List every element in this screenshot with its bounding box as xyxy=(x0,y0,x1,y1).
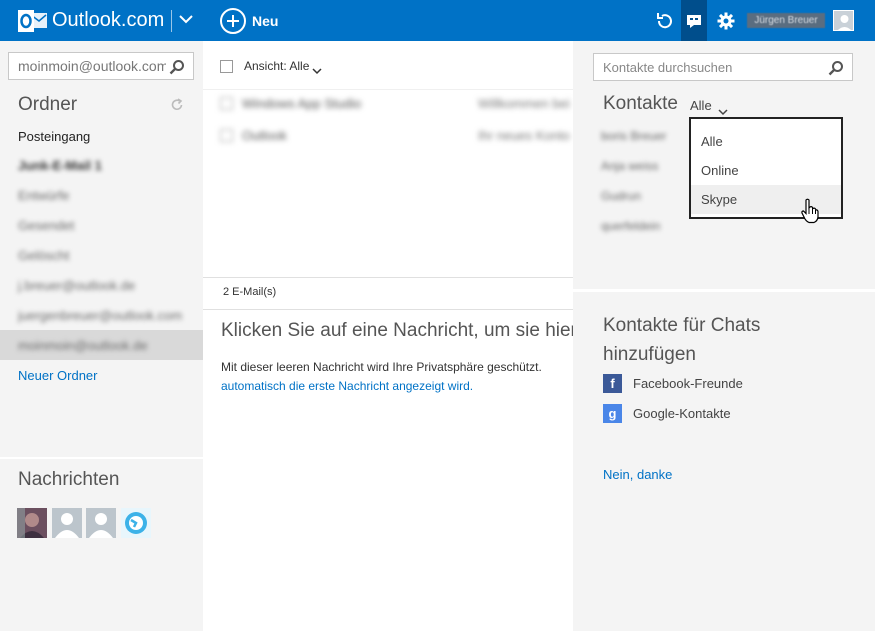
add-contacts-title: Kontakte für Chats hinzufügen xyxy=(603,315,761,365)
chevron-down-icon[interactable] xyxy=(718,103,728,116)
facebook-icon: f xyxy=(603,373,622,393)
reading-divider xyxy=(203,309,573,310)
mail-subject: Willkommen bei xyxy=(478,96,570,111)
avatar[interactable] xyxy=(52,508,82,538)
info-link[interactable]: automatisch die erste Nachricht angezeig… xyxy=(221,377,542,396)
folder-account-2[interactable]: juergenbreuer@outlook.com xyxy=(18,308,188,323)
google-contacts-link[interactable]: g Google-Kontakte xyxy=(603,403,731,423)
contact-item[interactable]: querfeldein xyxy=(601,219,660,233)
contacts-title: Kontakte xyxy=(603,93,678,114)
filter-option-all[interactable]: Alle xyxy=(691,127,841,156)
avatar[interactable] xyxy=(17,508,47,538)
refresh-icon[interactable] xyxy=(170,98,184,112)
mail-checkbox[interactable] xyxy=(220,129,233,142)
new-button-label: Neu xyxy=(252,13,279,29)
contacts-filter[interactable]: Alle xyxy=(690,98,712,113)
gear-icon[interactable] xyxy=(712,0,740,41)
select-all-checkbox[interactable] xyxy=(220,60,233,73)
folders-title: Ordner xyxy=(18,94,78,115)
left-divider xyxy=(0,457,203,459)
top-bar: Outlook.com Neu Jürgen Breuer xyxy=(0,0,875,41)
messages-title: Nachrichten xyxy=(18,469,120,490)
plus-circle-icon xyxy=(220,8,246,34)
info-text: Mit dieser leeren Nachricht wird Ihre Pr… xyxy=(221,360,542,374)
no-thanks-link[interactable]: Nein, danke xyxy=(603,467,672,482)
google-icon: g xyxy=(603,403,622,423)
account-search-value[interactable]: moinmoin@outlook.com xyxy=(18,58,166,74)
contacts-filter-dropdown: Alle Online Skype xyxy=(689,117,843,219)
mail-sender: Outlook xyxy=(242,128,287,143)
reading-pane-info: Mit dieser leeren Nachricht wird Ihre Pr… xyxy=(221,358,542,396)
right-divider xyxy=(573,289,875,292)
list-item[interactable]: Outlook Ihr neues Konto xyxy=(220,125,573,147)
folder-sent[interactable]: Gesendet xyxy=(18,218,74,233)
hand-cursor-icon xyxy=(801,198,819,224)
outlook-logo-icon[interactable] xyxy=(18,9,48,33)
list-divider xyxy=(203,277,573,278)
brand-separator xyxy=(171,10,172,32)
folder-account-1[interactable]: j.breuer@outlook.de xyxy=(18,278,135,293)
contact-item[interactable]: Anja weiss xyxy=(601,159,658,173)
list-divider xyxy=(203,89,573,90)
reading-pane-headline: Klicken Sie auf eine Nachricht, um sie h… xyxy=(221,320,573,341)
mail-subject: Ihr neues Konto xyxy=(478,128,570,143)
app-title[interactable]: Outlook.com xyxy=(52,9,164,32)
chevron-down-icon[interactable] xyxy=(178,11,194,27)
mail-checkbox[interactable] xyxy=(220,97,233,110)
folder-drafts[interactable]: Entwürfe xyxy=(18,188,69,203)
undo-icon[interactable] xyxy=(650,0,678,41)
contacts-search-box[interactable]: Kontakte durchsuchen xyxy=(593,53,853,81)
filter-option-online[interactable]: Online xyxy=(691,156,841,185)
message-list-pane: Ansicht: Alle Windows App Studio Willkom… xyxy=(203,41,573,631)
folder-junk[interactable]: Junk-E-Mail 1 xyxy=(18,158,102,173)
chevron-down-icon[interactable] xyxy=(312,62,322,75)
folder-inbox[interactable]: Posteingang xyxy=(18,129,90,144)
contacts-search-placeholder[interactable]: Kontakte durchsuchen xyxy=(603,60,732,75)
view-filter[interactable]: Ansicht: Alle xyxy=(244,59,309,73)
contact-item[interactable]: Gudrun xyxy=(601,189,641,203)
mail-sender: Windows App Studio xyxy=(242,96,362,111)
google-contacts-label: Google-Kontakte xyxy=(633,405,731,421)
contact-item[interactable]: boris Breuer xyxy=(601,129,666,143)
list-item[interactable]: Windows App Studio Willkommen bei xyxy=(220,93,573,115)
account-search-box[interactable]: moinmoin@outlook.com xyxy=(8,52,194,80)
new-folder-link[interactable]: Neuer Ordner xyxy=(18,368,97,383)
skype-icon[interactable] xyxy=(121,508,151,538)
chat-icon[interactable] xyxy=(681,0,707,41)
user-name[interactable]: Jürgen Breuer xyxy=(747,13,825,28)
avatar[interactable] xyxy=(833,10,854,31)
avatar[interactable] xyxy=(86,508,116,538)
folder-pane: moinmoin@outlook.com Ordner Posteingang … xyxy=(0,41,203,631)
folder-account-3[interactable]: moinmoin@outlook.de xyxy=(18,338,148,353)
facebook-friends-link[interactable]: f Facebook-Freunde xyxy=(603,373,743,393)
search-icon[interactable] xyxy=(828,60,844,76)
folder-deleted[interactable]: Gelöscht xyxy=(18,248,69,263)
new-button[interactable]: Neu xyxy=(220,7,278,35)
mail-count: 2 E-Mail(s) xyxy=(223,286,277,298)
facebook-friends-label: Facebook-Freunde xyxy=(633,375,743,391)
search-icon[interactable] xyxy=(169,59,185,75)
